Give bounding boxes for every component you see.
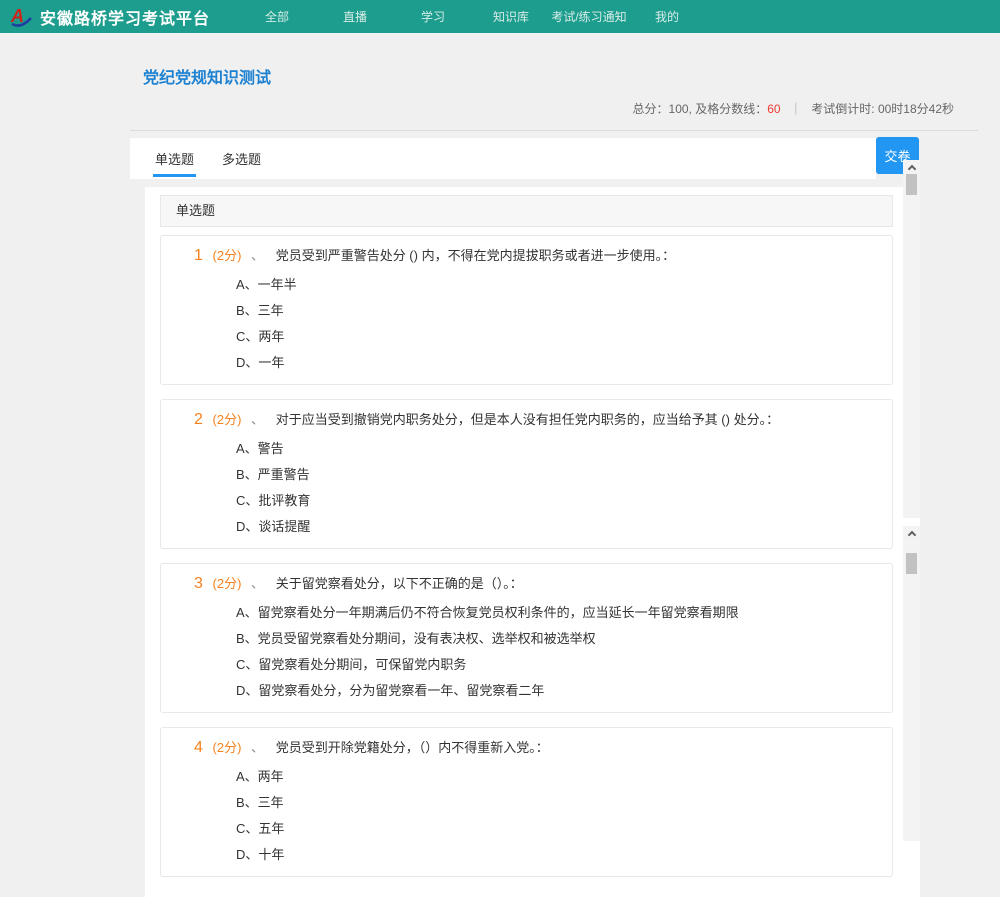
question-option[interactable]: C、批评教育 xyxy=(236,488,872,514)
question-option[interactable]: B、严重警告 xyxy=(236,462,872,488)
page-title: 党纪党规知识测试 xyxy=(130,33,978,88)
question-option[interactable]: C、留党察看处分期间，可保留党内职务 xyxy=(236,652,872,678)
scroll-up-icon[interactable] xyxy=(903,160,920,174)
question-option[interactable]: B、三年 xyxy=(236,298,872,324)
brand-title[interactable]: 安徽路桥学习考试平台 xyxy=(40,5,210,29)
question-number: 4 xyxy=(194,739,203,756)
option-list: A、一年半B、三年C、两年D、一年 xyxy=(194,272,872,376)
nav-item[interactable]: 学习 xyxy=(394,8,472,25)
chevron-up-icon xyxy=(907,165,915,173)
exam-info: 总分：100, 及格分数线：60 ｜ 考试倒计时: 00时18分42秒 xyxy=(130,100,978,117)
scrollbar-thumb[interactable] xyxy=(906,553,917,574)
header-divider xyxy=(130,130,978,131)
question-text: 对于应当受到撤销党内职务处分，但是本人没有担任党内职务的，应当给予其 () 处分… xyxy=(276,412,779,427)
question-option[interactable]: D、十年 xyxy=(236,842,872,868)
tab-row: 单选题 多选题 交卷 xyxy=(130,138,978,179)
tab-label: 多选题 xyxy=(222,149,261,168)
nav-item[interactable]: 知识库 xyxy=(472,8,550,25)
exam-countdown: 考试倒计时: 00时18分42秒 xyxy=(811,102,954,116)
question-separator: 、 xyxy=(251,248,264,263)
question-option[interactable]: A、一年半 xyxy=(236,272,872,298)
question-option[interactable]: C、五年 xyxy=(236,816,872,842)
question-card: 4 (2分) 、 党员受到开除党籍处分，（）内不得重新入党。： A、两年B、三年… xyxy=(160,727,893,877)
tab[interactable]: 单选题 xyxy=(155,138,194,179)
question-card: 3 (2分) 、 关于留党察看处分，以下不正确的是（）。： A、留党察看处分一年… xyxy=(160,563,893,713)
question-option[interactable]: B、党员受留党察看处分期间，没有表决权、选举权和被选举权 xyxy=(236,626,872,652)
nav-item[interactable]: 我的 xyxy=(628,8,706,25)
option-list: A、警告B、严重警告C、批评教育D、谈话提醒 xyxy=(194,436,872,540)
question-option[interactable]: D、留党察看处分，分为留党察看一年、留党察看二年 xyxy=(236,678,872,704)
question-score: (2分) xyxy=(213,412,242,427)
question-text: 关于留党察看处分，以下不正确的是（）。： xyxy=(276,576,523,591)
question-line: 3 (2分) 、 关于留党察看处分，以下不正确的是（）。： xyxy=(194,574,872,594)
info-divider: ｜ xyxy=(790,102,802,116)
question-separator: 、 xyxy=(251,576,264,591)
questions-panel: 单选题 1 (2分) 、 党员受到严重警告处分 () 内，不得在党内提拔职务或者… xyxy=(145,187,920,897)
pass-score: 60 xyxy=(767,102,780,116)
question-list: 1 (2分) 、 党员受到严重警告处分 () 内，不得在党内提拔职务或者进一步使… xyxy=(160,235,893,877)
question-line: 2 (2分) 、 对于应当受到撤销党内职务处分，但是本人没有担任党内职务的，应当… xyxy=(194,410,872,430)
question-option[interactable]: A、警告 xyxy=(236,436,872,462)
question-option[interactable]: D、一年 xyxy=(236,350,872,376)
question-text: 党员受到严重警告处分 () 内，不得在党内提拔职务或者进一步使用。： xyxy=(276,248,675,263)
question-option[interactable]: B、三年 xyxy=(236,790,872,816)
question-score: (2分) xyxy=(213,740,242,755)
question-separator: 、 xyxy=(251,412,264,427)
question-option[interactable]: C、两年 xyxy=(236,324,872,350)
nav-item[interactable]: 考试/练习通知 xyxy=(550,8,628,25)
question-line: 4 (2分) 、 党员受到开除党籍处分，（）内不得重新入党。： xyxy=(194,738,872,758)
question-score: (2分) xyxy=(213,576,242,591)
question-text: 党员受到开除党籍处分，（）内不得重新入党。： xyxy=(276,740,549,755)
question-option[interactable]: D、谈话提醒 xyxy=(236,514,872,540)
scrollbar[interactable] xyxy=(903,160,920,518)
question-number: 3 xyxy=(194,575,203,592)
section-header: 单选题 xyxy=(160,195,893,227)
header-nav: 全部直播学习知识库考试/练习通知我的 xyxy=(238,8,706,25)
question-number: 2 xyxy=(194,411,203,428)
app-header: A 安徽路桥学习考试平台 全部直播学习知识库考试/练习通知我的 xyxy=(0,0,1000,33)
question-line: 1 (2分) 、 党员受到严重警告处分 () 内，不得在党内提拔职务或者进一步使… xyxy=(194,246,872,266)
scrollbar[interactable] xyxy=(903,526,920,841)
scroll-up-icon[interactable] xyxy=(903,526,920,540)
brand-logo-icon: A xyxy=(10,6,34,28)
tabs: 单选题 多选题 xyxy=(130,138,876,179)
nav-item[interactable]: 直播 xyxy=(316,8,394,25)
tab[interactable]: 多选题 xyxy=(222,138,261,179)
scrollbar-thumb[interactable] xyxy=(906,174,917,195)
tab-label: 单选题 xyxy=(155,149,194,168)
option-list: A、两年B、三年C、五年D、十年 xyxy=(194,764,872,868)
score-summary: 总分：100, 及格分数线： xyxy=(633,102,768,116)
option-list: A、留党察看处分一年期满后仍不符合恢复党员权利条件的，应当延长一年留党察看期限B… xyxy=(194,600,872,704)
nav-item[interactable]: 全部 xyxy=(238,8,316,25)
question-card: 2 (2分) 、 对于应当受到撤销党内职务处分，但是本人没有担任党内职务的，应当… xyxy=(160,399,893,549)
question-score: (2分) xyxy=(213,248,242,263)
question-option[interactable]: A、两年 xyxy=(236,764,872,790)
chevron-up-icon xyxy=(907,531,915,539)
question-separator: 、 xyxy=(251,740,264,755)
svg-text:A: A xyxy=(10,6,24,26)
question-number: 1 xyxy=(194,247,203,264)
question-option[interactable]: A、留党察看处分一年期满后仍不符合恢复党员权利条件的，应当延长一年留党察看期限 xyxy=(236,600,872,626)
main-container: 党纪党规知识测试 总分：100, 及格分数线：60 ｜ 考试倒计时: 00时18… xyxy=(130,33,978,897)
question-card: 1 (2分) 、 党员受到严重警告处分 () 内，不得在党内提拔职务或者进一步使… xyxy=(160,235,893,385)
